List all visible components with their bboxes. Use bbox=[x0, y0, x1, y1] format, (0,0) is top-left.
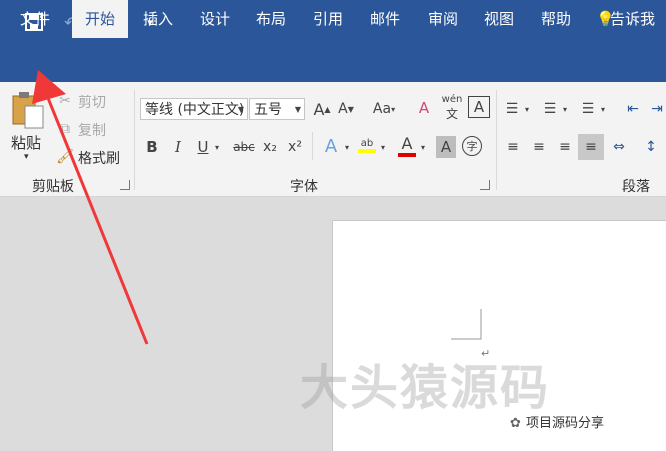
font-name-dropdown-icon[interactable]: ▼ bbox=[238, 99, 244, 119]
phonetic-guide-icon[interactable]: wén 文 bbox=[440, 94, 464, 122]
group-divider bbox=[134, 90, 135, 190]
line-spacing-icon[interactable]: ↕ bbox=[640, 136, 662, 158]
enclose-characters-icon[interactable]: 字 bbox=[462, 136, 482, 156]
font-size-dropdown-icon[interactable]: ▼ bbox=[295, 99, 301, 119]
align-center-icon[interactable]: ≡ bbox=[528, 136, 550, 158]
tab-help[interactable]: 帮助 bbox=[531, 0, 581, 38]
bullets-dropdown-icon[interactable]: ▾ bbox=[522, 98, 532, 120]
character-shading-glyph: A bbox=[440, 138, 452, 156]
character-border-icon[interactable]: A bbox=[468, 96, 490, 118]
source-label: ✿ 项目源码分享 bbox=[510, 412, 604, 431]
align-left-icon[interactable]: ≡ bbox=[502, 136, 524, 158]
tab-mailings[interactable]: 邮件 bbox=[360, 0, 410, 38]
font-size-value: 五号 bbox=[254, 102, 282, 118]
phonetic-glyph: wén bbox=[441, 94, 463, 105]
cut-button[interactable]: 剪切 bbox=[78, 92, 106, 112]
font-color-icon[interactable]: A bbox=[396, 132, 418, 158]
ribbon-tabs bbox=[0, 44, 666, 82]
font-color-glyph: A bbox=[401, 133, 413, 153]
highlight-color-icon[interactable]: ab bbox=[356, 132, 378, 158]
tab-references[interactable]: 引用 bbox=[303, 0, 353, 38]
divider bbox=[312, 132, 313, 160]
subscript-button[interactable]: x₂ bbox=[260, 136, 280, 158]
tab-home[interactable]: 开始 bbox=[72, 0, 128, 38]
group-divider bbox=[496, 90, 497, 190]
font-name-combo[interactable]: 等线 (中文正文) ▼ bbox=[140, 98, 248, 120]
clipboard-launcher-icon[interactable] bbox=[120, 180, 130, 190]
character-border-glyph: A bbox=[473, 98, 485, 116]
copy-icon: ⧉ bbox=[60, 121, 70, 137]
text-effects-icon[interactable]: A bbox=[320, 134, 342, 158]
multilevel-list-dropdown-icon[interactable]: ▾ bbox=[598, 98, 608, 120]
enclose-characters-glyph: 字 bbox=[466, 140, 478, 153]
font-group-label: 字体 bbox=[290, 179, 318, 195]
character-shading-icon[interactable]: A bbox=[436, 136, 456, 158]
strikethrough-button[interactable]: abc bbox=[230, 136, 258, 158]
tab-layout[interactable]: 布局 bbox=[246, 0, 296, 38]
decrease-indent-icon[interactable]: ⇤ bbox=[622, 98, 644, 120]
grow-font-icon[interactable]: A ▲ bbox=[311, 98, 333, 120]
scissors-icon: ✂ bbox=[59, 93, 71, 109]
format-painter-icon: 🖌 bbox=[56, 149, 74, 165]
distributed-icon[interactable]: ⇔ bbox=[608, 136, 630, 158]
bold-button[interactable]: B bbox=[142, 136, 162, 158]
tab-review[interactable]: 审阅 bbox=[418, 0, 468, 38]
underline-dropdown-icon[interactable]: ▾ bbox=[212, 136, 222, 158]
tell-me-label: 告诉我 bbox=[610, 10, 656, 28]
numbering-dropdown-icon[interactable]: ▾ bbox=[560, 98, 570, 120]
bullets-icon[interactable]: ☰ bbox=[502, 98, 522, 120]
paste-button[interactable]: 粘贴 bbox=[11, 132, 41, 153]
tab-design[interactable]: 设计 bbox=[190, 0, 240, 38]
increase-indent-icon[interactable]: ⇥ bbox=[648, 98, 666, 120]
multilevel-list-icon[interactable]: ☰ bbox=[578, 98, 598, 120]
text-effects-glyph: A bbox=[324, 135, 338, 157]
font-name-value: 等线 (中文正文) bbox=[145, 102, 245, 118]
superscript-button[interactable]: x² bbox=[285, 136, 305, 158]
italic-button[interactable]: I bbox=[168, 136, 188, 158]
paragraph-group-label: 段落 bbox=[622, 179, 650, 195]
lightbulb-icon: 💡 bbox=[596, 10, 615, 28]
source-label-text: 项目源码分享 bbox=[526, 416, 605, 431]
paste-icon[interactable] bbox=[10, 90, 46, 130]
tab-view[interactable]: 视图 bbox=[474, 0, 524, 38]
tab-file[interactable]: 文件 bbox=[10, 0, 60, 38]
change-case-glyph: Aa bbox=[372, 101, 392, 117]
align-right-icon[interactable]: ≡ bbox=[554, 136, 576, 158]
clipboard-group-label: 剪贴板 bbox=[32, 179, 74, 195]
paste-dropdown-icon[interactable]: ▾ bbox=[24, 152, 29, 162]
shrink-font-icon[interactable]: A ▼ bbox=[335, 98, 357, 120]
copy-button[interactable]: 复制 bbox=[78, 120, 106, 140]
clear-formatting-icon[interactable]: A bbox=[414, 96, 434, 120]
tell-me-box[interactable]: 💡告诉我 bbox=[596, 0, 666, 38]
font-size-combo[interactable]: 五号 ▼ bbox=[249, 98, 305, 120]
font-launcher-icon[interactable] bbox=[480, 180, 490, 190]
wechat-icon: ✿ bbox=[510, 416, 521, 431]
format-painter-button[interactable]: 格式刷 bbox=[78, 148, 120, 168]
watermark-text: 大头猿源码 bbox=[300, 360, 551, 416]
change-case-button[interactable]: Aa ▾ bbox=[368, 98, 400, 120]
highlight-dropdown-icon[interactable]: ▾ bbox=[378, 136, 388, 158]
tab-insert[interactable]: 插入 bbox=[133, 0, 183, 38]
font-color-dropdown-icon[interactable]: ▾ bbox=[418, 136, 428, 158]
justify-icon[interactable]: ≡ bbox=[578, 134, 604, 160]
text-effects-dropdown-icon[interactable]: ▾ bbox=[342, 136, 352, 158]
highlight-glyph: ab bbox=[360, 137, 374, 149]
numbering-icon[interactable]: ☰ bbox=[540, 98, 560, 120]
clear-format-glyph: A bbox=[418, 99, 430, 117]
underline-button[interactable]: U bbox=[193, 136, 213, 158]
